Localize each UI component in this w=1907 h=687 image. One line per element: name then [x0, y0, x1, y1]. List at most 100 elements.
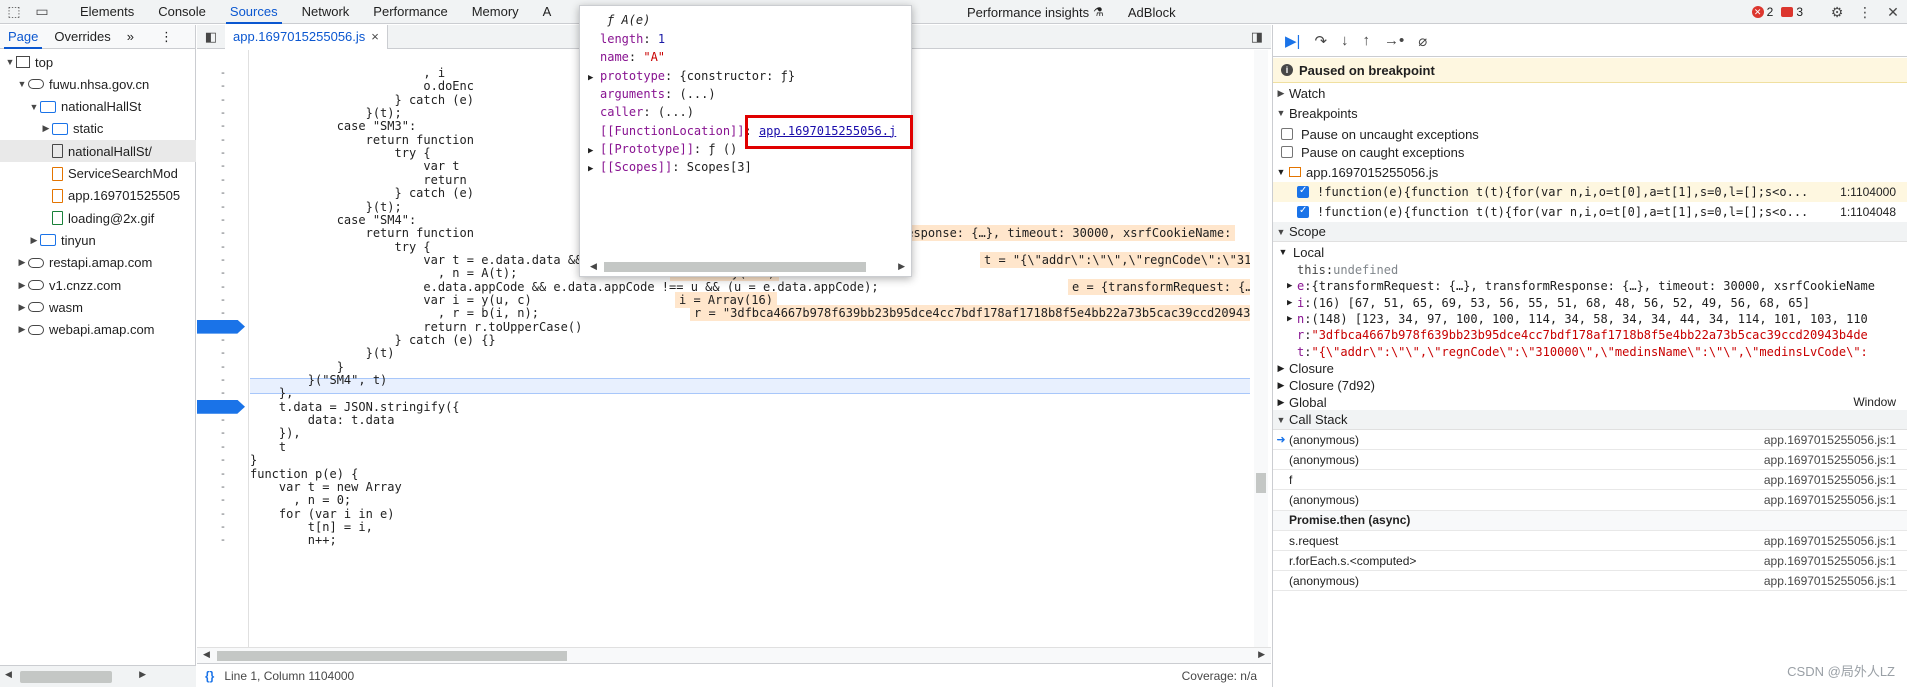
close-devtools-icon[interactable]: ✕	[1879, 0, 1907, 24]
popover-property[interactable]: ▶ [[Prototype]]: ƒ ()	[588, 140, 737, 158]
tab-sources[interactable]: Sources	[218, 0, 290, 24]
more-tabs-icon[interactable]: »	[119, 25, 142, 49]
tree-item[interactable]: ▼ fuwu.nhsa.gov.cn	[0, 73, 196, 95]
popover-property[interactable]: name: "A"	[588, 48, 665, 66]
expand-arrow-icon[interactable]: ▶	[40, 123, 52, 134]
tab-console[interactable]: Console	[146, 0, 218, 24]
toggle-debugger-icon[interactable]: ◨	[1251, 29, 1263, 45]
expand-arrow-icon[interactable]: ▶	[16, 257, 28, 268]
frame-location[interactable]: app.1697015255056.js:1	[1764, 433, 1896, 447]
frame-location[interactable]: app.1697015255056.js:1	[1764, 574, 1896, 588]
tab-performance[interactable]: Performance	[361, 0, 459, 24]
tab-memory[interactable]: Memory	[460, 0, 531, 24]
expand-arrow-icon[interactable]: ▶	[1287, 298, 1297, 308]
tab-elements[interactable]: Elements	[68, 0, 146, 24]
popover-property[interactable]: ▶ [[Scopes]]: Scopes[3]	[588, 158, 752, 176]
scroll-right-icon[interactable]: ▶	[139, 669, 146, 680]
expand-arrow-icon[interactable]: ▶	[588, 142, 600, 160]
tree-item[interactable]: ServiceSearchMod	[0, 163, 196, 185]
call-frame[interactable]: ➜ (anonymous) app.1697015255056.js:1	[1273, 430, 1907, 450]
navigator-scrollbar[interactable]: ◀ ▶	[0, 665, 196, 687]
step-icon[interactable]: →•	[1384, 32, 1404, 49]
tree-item[interactable]: ▼ top	[0, 51, 196, 73]
deactivate-breakpoints-icon[interactable]: ⌀	[1418, 32, 1427, 50]
tree-item[interactable]: ▼ nationalHallSt	[0, 96, 196, 118]
expand-arrow-icon[interactable]: ▶	[1287, 281, 1297, 291]
expand-arrow-icon[interactable]: ▶	[28, 235, 40, 246]
scope-variable[interactable]: ▶ e: {transformRequest: {…}, transformRes…	[1273, 278, 1907, 294]
expand-arrow-icon[interactable]: ▶	[588, 160, 600, 178]
frame-location[interactable]: app.1697015255056.js:1	[1764, 554, 1896, 568]
popover-scrollbar[interactable]: ◀ ▶	[590, 261, 905, 273]
navigator-menu-icon[interactable]: ⋮	[152, 25, 181, 49]
more-menu-icon[interactable]: ⋮	[1851, 0, 1879, 24]
error-count-badge[interactable]: ✕ 2	[1748, 5, 1778, 19]
expand-arrow-icon[interactable]: ▶	[16, 324, 28, 335]
global-scope[interactable]: ▶ Global Window	[1273, 392, 1907, 412]
expand-arrow-icon[interactable]: ▶	[16, 302, 28, 313]
pretty-print-icon[interactable]: {}	[205, 669, 214, 683]
popover-property[interactable]: ▶ prototype: {constructor: ƒ}	[588, 67, 795, 85]
scroll-left-icon[interactable]: ◀	[590, 261, 597, 272]
line-gutter[interactable]: ------------------------------------	[197, 50, 249, 647]
scope-variable[interactable]: ▶ i: (16) [67, 51, 65, 69, 53, 56, 55, 51…	[1273, 295, 1907, 311]
call-frame[interactable]: (anonymous) app.1697015255056.js:1	[1273, 491, 1907, 511]
warning-count-badge[interactable]: 3	[1777, 5, 1807, 19]
scroll-left-icon[interactable]: ◀	[203, 649, 210, 660]
step-over-icon[interactable]: ↷	[1314, 32, 1327, 50]
pause-caught-option[interactable]: Pause on caught exceptions	[1273, 142, 1907, 162]
tree-item[interactable]: nationalHallSt/	[0, 140, 196, 163]
editor-horizontal-scrollbar[interactable]: ◀ ▶	[197, 647, 1271, 663]
frame-location[interactable]: app.1697015255056.js:1	[1764, 453, 1896, 467]
step-out-icon[interactable]: ↑	[1363, 32, 1371, 49]
popover-property[interactable]: caller: (...)	[588, 103, 694, 121]
editor-vertical-scrollbar[interactable]	[1254, 50, 1268, 647]
coverage-status[interactable]: Coverage: n/a	[1182, 669, 1257, 683]
tab-application[interactable]: A	[531, 0, 564, 24]
expand-arrow-icon[interactable]: ▶	[16, 280, 28, 291]
tab-adblock[interactable]: AdBlock	[1116, 0, 1188, 24]
tree-item[interactable]: app.169701525505	[0, 185, 196, 207]
tree-item[interactable]: ▶ static	[0, 118, 196, 140]
breakpoint-item[interactable]: !function(e){function t(t){for(var n,i,o…	[1273, 182, 1907, 202]
call-frame[interactable]: Promise.then (async)	[1273, 510, 1907, 531]
close-tab-icon[interactable]: ×	[371, 29, 379, 44]
scrollbar-thumb[interactable]	[604, 262, 866, 272]
collapse-arrow-icon[interactable]: ▼	[28, 102, 40, 112]
callstack-section-header[interactable]: ▼ Call Stack	[1273, 410, 1907, 430]
tab-overrides[interactable]: Overrides	[46, 25, 118, 49]
popover-property[interactable]: length: 1	[588, 30, 665, 48]
scroll-right-icon[interactable]: ▶	[1258, 649, 1265, 660]
breakpoints-section-header[interactable]: ▼ Breakpoints	[1273, 103, 1907, 123]
call-frame[interactable]: s.request app.1697015255056.js:1	[1273, 531, 1907, 551]
editor-tab-app-js[interactable]: app.1697015255056.js ×	[225, 24, 388, 49]
checkbox[interactable]	[1281, 146, 1293, 158]
resume-icon[interactable]: ▶|	[1285, 32, 1300, 50]
scope-variable[interactable]: r: "3dfbca4667b978f639bb23b95dce4cc7bdf1…	[1273, 327, 1907, 343]
expand-arrow-icon[interactable]: ▶	[588, 69, 600, 87]
call-frame[interactable]: r.forEach.s.<computed> app.1697015255056.…	[1273, 551, 1907, 572]
checkbox[interactable]	[1297, 205, 1309, 218]
inspect-element-icon[interactable]: ⬚	[0, 0, 28, 24]
frame-location[interactable]: app.1697015255056.js:1	[1764, 493, 1896, 507]
scroll-left-icon[interactable]: ◀	[5, 669, 12, 680]
device-toolbar-icon[interactable]: ▭	[28, 0, 56, 24]
line-number[interactable]: -	[197, 532, 249, 548]
local-scope-header[interactable]: ▼ Local	[1273, 242, 1907, 262]
tab-performance-insights[interactable]: Performance insights	[955, 0, 1101, 24]
tab-network[interactable]: Network	[290, 0, 362, 24]
pause-uncaught-option[interactable]: Pause on uncaught exceptions	[1273, 124, 1907, 144]
scope-variable[interactable]: this: undefined	[1273, 262, 1907, 278]
frame-location[interactable]: app.1697015255056.js:1	[1764, 534, 1896, 548]
scrollbar-thumb[interactable]	[20, 671, 112, 683]
checkbox[interactable]	[1297, 185, 1309, 198]
breakpoint-item[interactable]: !function(e){function t(t){for(var n,i,o…	[1273, 202, 1907, 222]
expand-arrow-icon[interactable]: ▶	[1287, 314, 1297, 324]
call-frame[interactable]: (anonymous) app.1697015255056.js:1	[1273, 571, 1907, 592]
tab-page[interactable]: Page	[0, 25, 46, 49]
toggle-navigator-icon[interactable]: ◧	[197, 29, 225, 45]
collapse-arrow-icon[interactable]: ▼	[4, 57, 16, 67]
checkbox[interactable]	[1281, 128, 1293, 140]
scope-section-header[interactable]: ▼ Scope	[1273, 222, 1907, 242]
tree-item[interactable]: ▶ webapi.amap.com	[0, 319, 196, 341]
